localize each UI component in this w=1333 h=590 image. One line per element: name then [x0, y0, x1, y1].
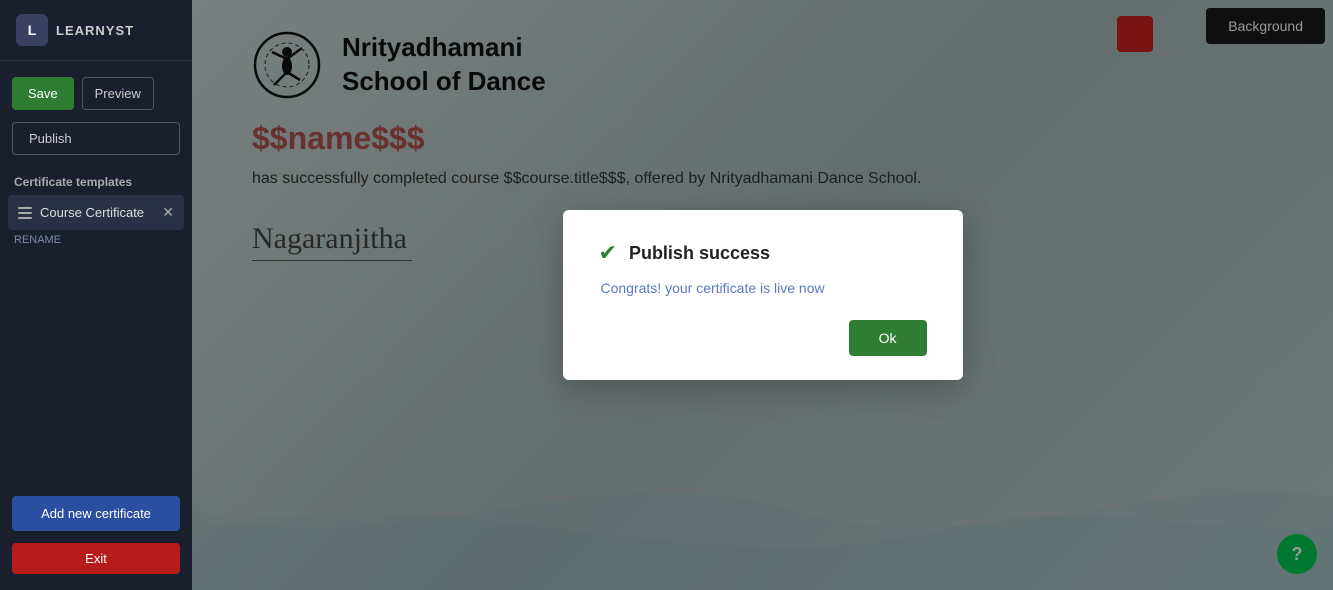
modal-footer: Ok [599, 320, 927, 356]
close-icon[interactable]: ✕ [162, 204, 174, 221]
ok-button[interactable]: Ok [849, 320, 927, 356]
cert-item[interactable]: Course Certificate ✕ [8, 195, 184, 230]
logo-area: L LEARNYST [0, 0, 192, 61]
cert-item-left: Course Certificate [18, 205, 144, 220]
top-actions: Save Preview [0, 61, 192, 122]
exit-button[interactable]: Exit [12, 543, 180, 574]
modal-overlay: ✔ Publish success Congrats! your certifi… [192, 0, 1333, 590]
publish-button[interactable]: Publish [12, 122, 180, 155]
modal-title: Publish success [629, 243, 770, 264]
modal-body: Congrats! your certificate is live now [599, 280, 927, 296]
cert-item-label: Course Certificate [40, 205, 144, 220]
drag-handle-icon [18, 207, 32, 219]
publish-success-modal: ✔ Publish success Congrats! your certifi… [563, 210, 963, 380]
logo-icon: L [16, 14, 48, 46]
sidebar: L LEARNYST Save Preview Publish Certific… [0, 0, 192, 590]
rename-label[interactable]: RENAME [0, 230, 192, 256]
add-certificate-button[interactable]: Add new certificate [12, 496, 180, 531]
check-icon: ✔ [599, 240, 617, 266]
save-button[interactable]: Save [12, 77, 74, 110]
cert-preview: Nrityadhamani School of Dance $$name$$$ … [192, 0, 1333, 590]
preview-button[interactable]: Preview [82, 77, 154, 110]
modal-title-row: ✔ Publish success [599, 240, 927, 266]
logo-text: LEARNYST [56, 23, 134, 38]
main-content: Nrityadhamani School of Dance $$name$$$ … [192, 0, 1333, 590]
cert-templates-label: Certificate templates [0, 167, 192, 195]
